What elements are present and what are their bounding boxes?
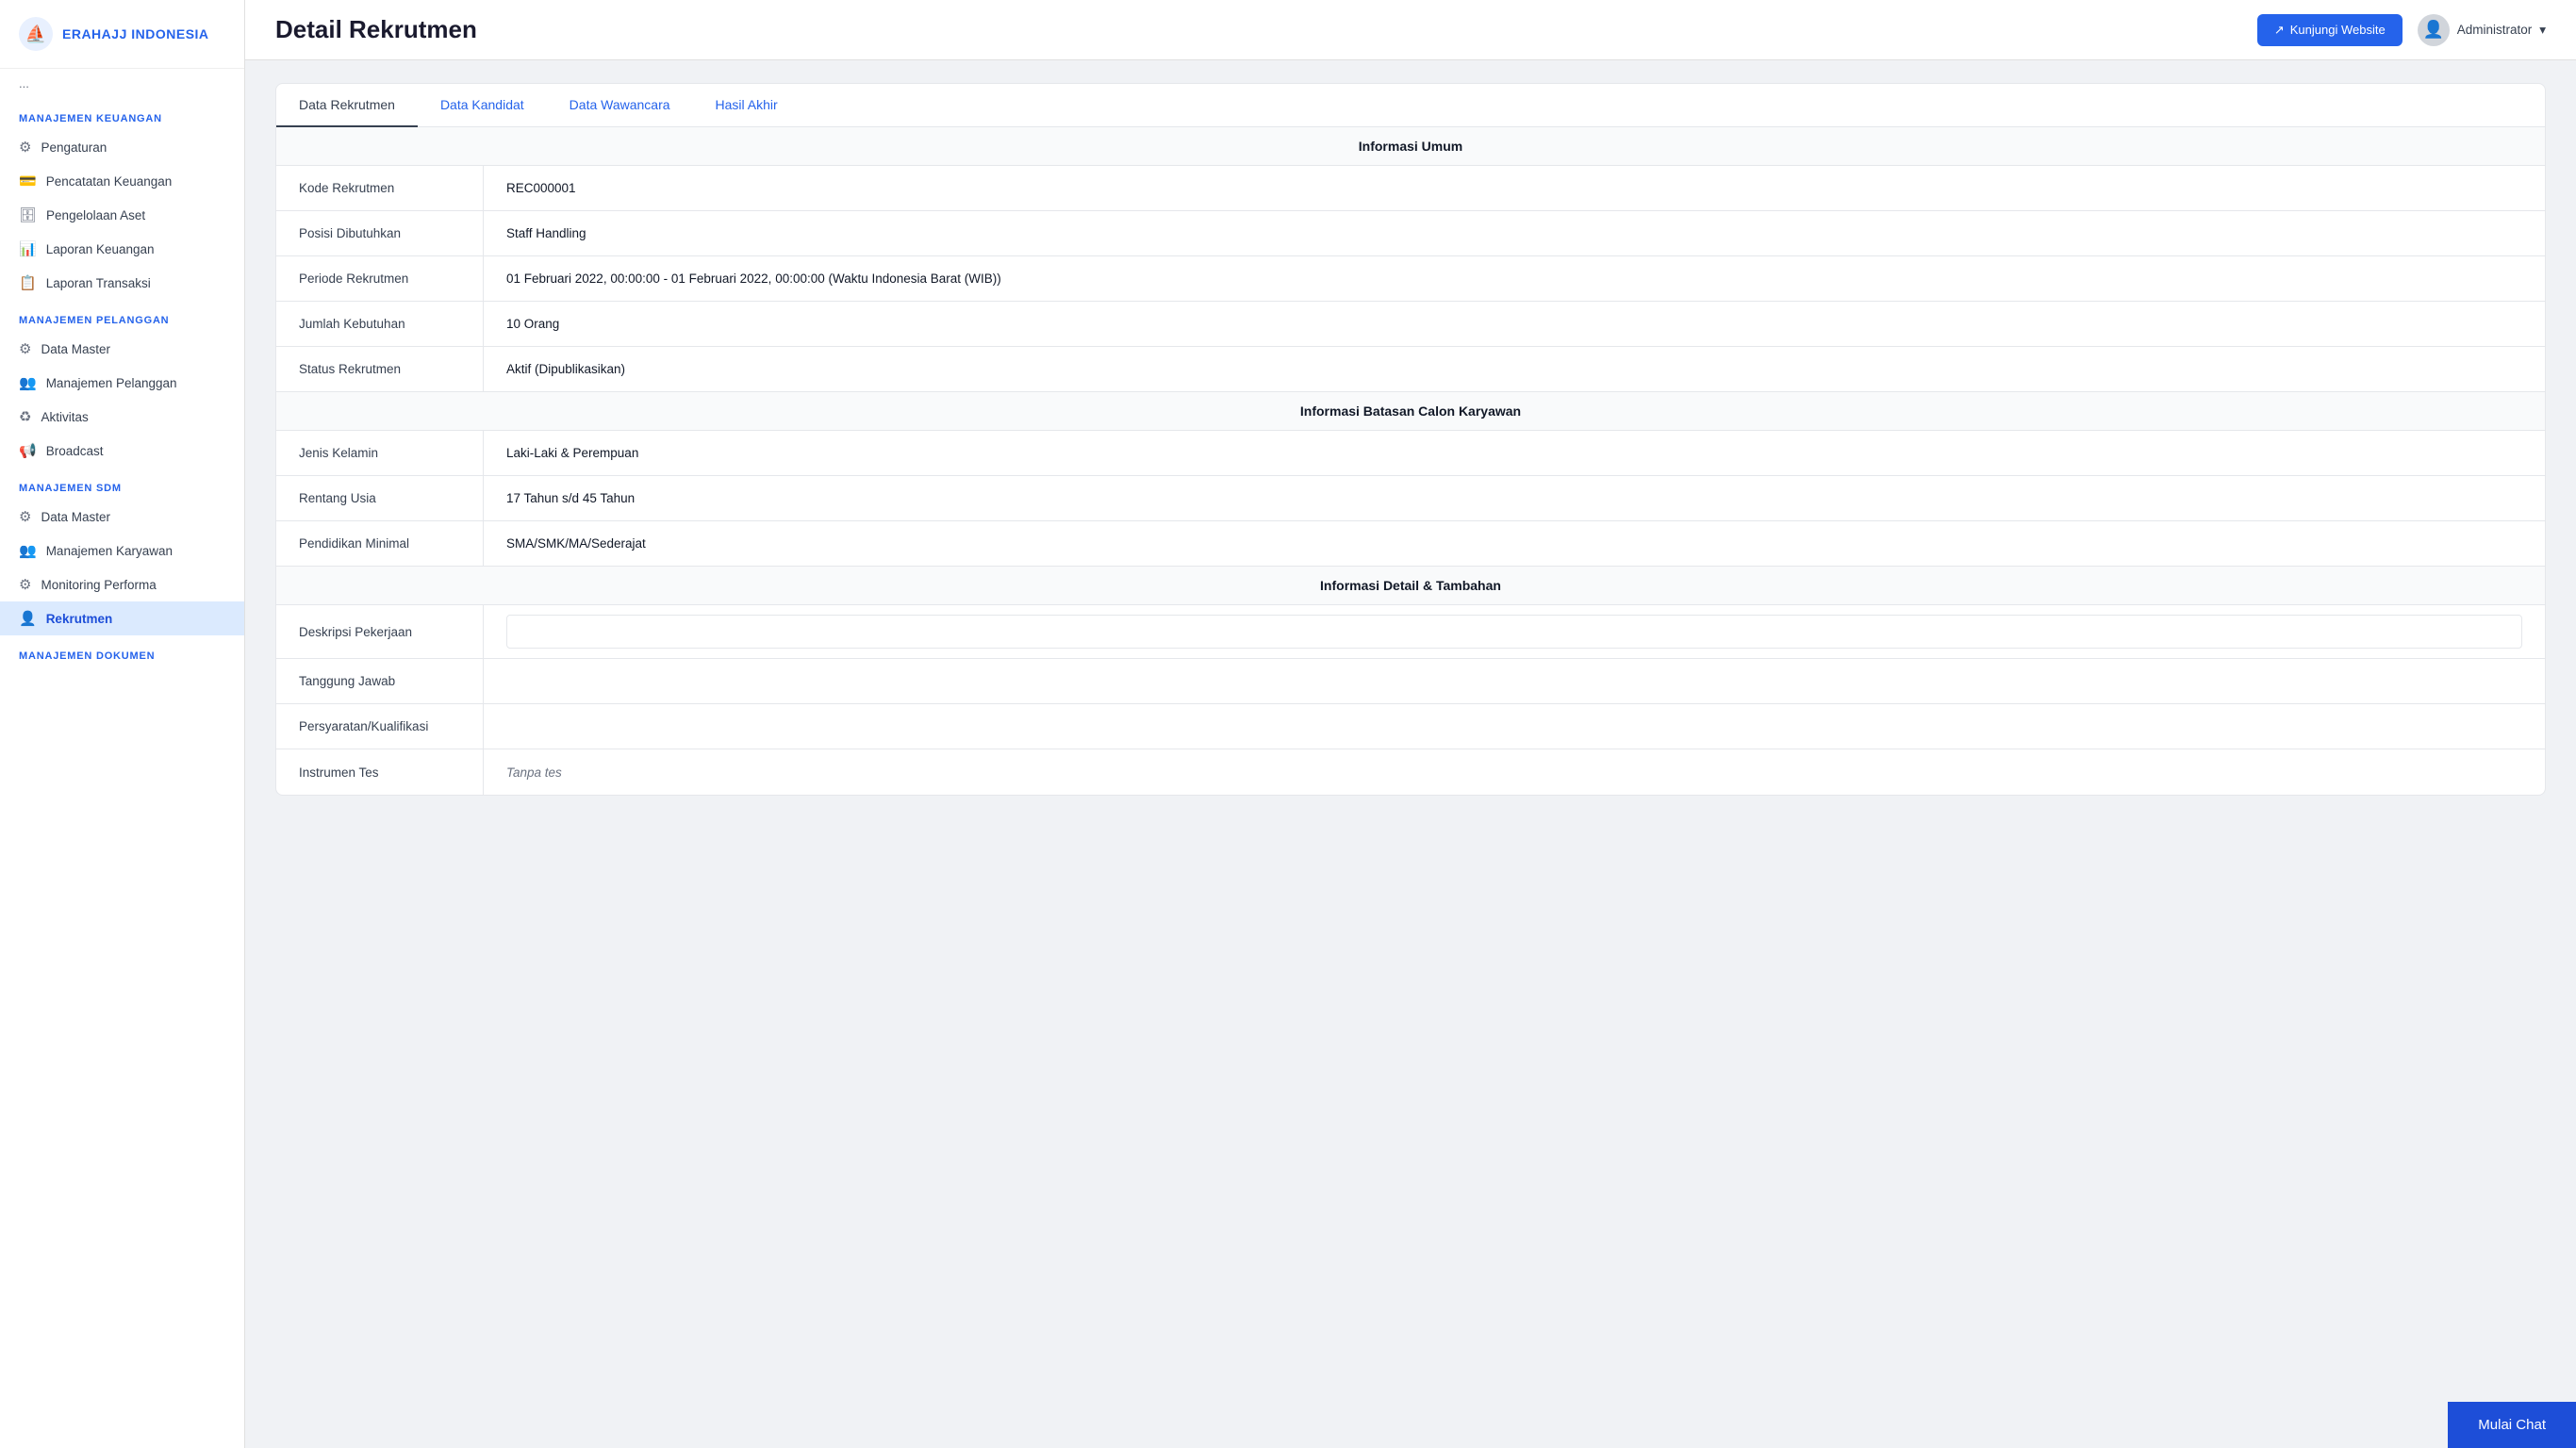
sidebar-item-broadcast[interactable]: 📢 Broadcast [0,434,244,468]
broadcast-icon: 📢 [19,442,37,459]
row-posisi-dibutuhkan: Posisi Dibutuhkan Staff Handling [276,211,2545,256]
sidebar-item-manajemen-karyawan[interactable]: 👥 Manajemen Karyawan [0,534,244,568]
value-tanggung-jawab [484,659,2545,703]
section-header-detail: Informasi Detail & Tambahan [276,567,2545,605]
tab-data-kandidat[interactable]: Data Kandidat [418,84,547,127]
detail-card: Data Rekrutmen Data Kandidat Data Wawanc… [275,83,2546,796]
label-periode-rekrutmen: Periode Rekrutmen [276,256,484,301]
content-area: Data Rekrutmen Data Kandidat Data Wawanc… [245,60,2576,1448]
row-instrumen-tes: Instrumen Tes Tanpa tes [276,749,2545,795]
logo-text: ERAHAJJ INDONESIA [62,26,209,41]
value-jenis-kelamin: Laki-Laki & Perempuan [484,431,2545,475]
sidebar: ⛵ ERAHAJJ INDONESIA ... MANAJEMEN KEUANG… [0,0,245,1448]
deskripsi-input-box[interactable] [506,615,2522,649]
value-kode-rekrutmen: REC000001 [484,166,2545,210]
section-header-umum: Informasi Umum [276,127,2545,166]
gear-icon: ⚙ [19,139,31,156]
avatar: 👤 [2418,14,2450,46]
chart-icon: 📊 [19,240,37,257]
row-rentang-usia: Rentang Usia 17 Tahun s/d 45 Tahun [276,476,2545,521]
sidebar-item-pencatatan-keuangan[interactable]: 💳 Pencatatan Keuangan [0,164,244,198]
value-jumlah-kebutuhan: 10 Orang [484,302,2545,346]
external-link-icon: ↗ [2274,23,2285,38]
label-instrumen-tes: Instrumen Tes [276,749,484,795]
monitoring-icon: ⚙ [19,576,31,593]
label-deskripsi-pekerjaan: Deskripsi Pekerjaan [276,605,484,658]
tab-data-rekrutmen[interactable]: Data Rekrutmen [276,84,418,127]
tab-hasil-akhir[interactable]: Hasil Akhir [693,84,801,127]
topbar: Detail Rekrutmen ↗ Kunjungi Website 👤 Ad… [245,0,2576,60]
label-persyaratan: Persyaratan/Kualifikasi [276,704,484,749]
value-periode-rekrutmen: 01 Februari 2022, 00:00:00 - 01 Februari… [484,256,2545,301]
tabs-bar: Data Rekrutmen Data Kandidat Data Wawanc… [276,84,2545,127]
value-status-rekrutmen: Aktif (Dipublikasikan) [484,347,2545,391]
label-rentang-usia: Rentang Usia [276,476,484,520]
topbar-right: ↗ Kunjungi Website 👤 Administrator ▾ [2257,14,2546,46]
section-label-pelanggan: MANAJEMEN PELANGGAN [0,300,244,332]
section-label-dokumen: MANAJEMEN DOKUMEN [0,635,244,667]
label-pendidikan-minimal: Pendidikan Minimal [276,521,484,566]
person-icon: 👤 [19,610,37,627]
value-pendidikan-minimal: SMA/SMK/MA/Sederajat [484,521,2545,566]
label-jenis-kelamin: Jenis Kelamin [276,431,484,475]
admin-menu[interactable]: 👤 Administrator ▾ [2418,14,2546,46]
recycle-icon: ♻ [19,408,31,425]
section-header-batasan: Informasi Batasan Calon Karyawan [276,392,2545,431]
sidebar-item-laporan-keuangan[interactable]: 📊 Laporan Keuangan [0,232,244,266]
row-kode-rekrutmen: Kode Rekrutmen REC000001 [276,166,2545,211]
label-tanggung-jawab: Tanggung Jawab [276,659,484,703]
cabinet-icon: 🗄 [19,206,37,223]
row-periode-rekrutmen: Periode Rekrutmen 01 Februari 2022, 00:0… [276,256,2545,302]
sidebar-logo: ⛵ ERAHAJJ INDONESIA [0,0,244,69]
sidebar-item-monitoring-performa[interactable]: ⚙ Monitoring Performa [0,568,244,601]
row-status-rekrutmen: Status Rekrutmen Aktif (Dipublikasikan) [276,347,2545,392]
sidebar-item-pengelolaan-aset[interactable]: 🗄 Pengelolaan Aset [0,198,244,232]
gear-icon-3: ⚙ [19,508,31,525]
mulai-chat-button[interactable]: Mulai Chat [2448,1402,2576,1448]
sidebar-item-manajemen-pelanggan[interactable]: 👥 Manajemen Pelanggan [0,366,244,400]
sidebar-item-laporan-transaksi[interactable]: 📋 Laporan Transaksi [0,266,244,300]
gear-icon-2: ⚙ [19,340,31,357]
page-title: Detail Rekrutmen [275,15,477,44]
row-persyaratan: Persyaratan/Kualifikasi [276,704,2545,749]
users-icon: 👥 [19,374,37,391]
label-status-rekrutmen: Status Rekrutmen [276,347,484,391]
row-pendidikan-minimal: Pendidikan Minimal SMA/SMK/MA/Sederajat [276,521,2545,567]
card-icon: 💳 [19,173,37,189]
sidebar-item-data-master-pelanggan[interactable]: ⚙ Data Master [0,332,244,366]
employees-icon: 👥 [19,542,37,559]
value-persyaratan [484,704,2545,749]
sidebar-item-data-master-sdm[interactable]: ⚙ Data Master [0,500,244,534]
value-deskripsi-pekerjaan [484,605,2545,658]
user-icon: 👤 [2422,20,2443,40]
main-area: Detail Rekrutmen ↗ Kunjungi Website 👤 Ad… [245,0,2576,1448]
row-jumlah-kebutuhan: Jumlah Kebutuhan 10 Orang [276,302,2545,347]
sidebar-stub-top: ... [0,69,244,98]
sidebar-item-aktivitas[interactable]: ♻ Aktivitas [0,400,244,434]
section-label-keuangan: MANAJEMEN KEUANGAN [0,98,244,130]
logo-icon: ⛵ [19,17,53,51]
value-instrumen-tes: Tanpa tes [484,749,2545,795]
sidebar-item-pengaturan[interactable]: ⚙ Pengaturan [0,130,244,164]
label-jumlah-kebutuhan: Jumlah Kebutuhan [276,302,484,346]
visit-website-button[interactable]: ↗ Kunjungi Website [2257,14,2403,46]
label-posisi-dibutuhkan: Posisi Dibutuhkan [276,211,484,255]
chevron-down-icon: ▾ [2539,23,2546,38]
sidebar-item-rekrutmen[interactable]: 👤 Rekrutmen [0,601,244,635]
list-icon: 📋 [19,274,37,291]
section-label-sdm: MANAJEMEN SDM [0,468,244,500]
row-tanggung-jawab: Tanggung Jawab [276,659,2545,704]
value-posisi-dibutuhkan: Staff Handling [484,211,2545,255]
tab-data-wawancara[interactable]: Data Wawancara [547,84,693,127]
row-jenis-kelamin: Jenis Kelamin Laki-Laki & Perempuan [276,431,2545,476]
row-deskripsi-pekerjaan: Deskripsi Pekerjaan [276,605,2545,659]
value-rentang-usia: 17 Tahun s/d 45 Tahun [484,476,2545,520]
label-kode-rekrutmen: Kode Rekrutmen [276,166,484,210]
